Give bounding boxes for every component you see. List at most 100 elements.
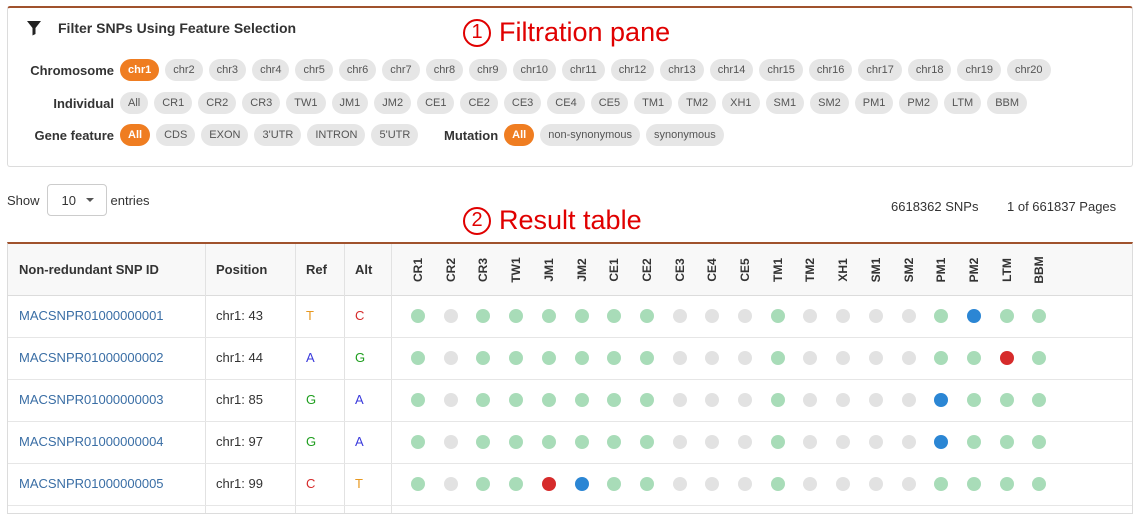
table-header: Non-redundant SNP ID Position Ref Alt CR… — [8, 244, 1132, 296]
genotype-dot — [868, 477, 883, 491]
entries-select[interactable]: 10 — [46, 184, 107, 216]
header-individual: LTM — [1000, 252, 1014, 288]
position-cell: chr1: 85 — [216, 392, 263, 407]
filter-title: Filter SNPs Using Feature Selection — [26, 20, 296, 36]
genotype-dot — [672, 435, 687, 449]
genotype-dot — [705, 309, 720, 323]
header-alt[interactable]: Alt — [355, 244, 372, 295]
chromosome-chip[interactable]: chr15 — [759, 59, 803, 81]
genotype-dot — [672, 351, 687, 365]
individual-chip[interactable]: XH1 — [722, 92, 760, 114]
chromosome-chips: chr1 chr2 chr3 chr4 chr5 chr6 chr7 chr8 chr9 chr1… — [120, 59, 1057, 81]
snp-id-link[interactable]: MACSNPR01000000003 — [19, 379, 164, 421]
individual-chip[interactable]: CE5 — [590, 92, 629, 114]
individual-chip[interactable]: PM2 — [899, 92, 939, 114]
gene-feature-chip[interactable]: CDS — [156, 124, 196, 146]
chromosome-chip[interactable]: chr13 — [660, 59, 704, 81]
snp-id-link[interactable]: MACSNPR01000000002 — [19, 337, 164, 379]
chromosome-chip[interactable]: chr8 — [425, 59, 464, 81]
genotype-dot — [803, 351, 818, 365]
individual-chip[interactable]: JM1 — [331, 92, 369, 114]
individual-chip[interactable]: JM2 — [374, 92, 412, 114]
genotype-dot — [1032, 309, 1047, 323]
gene-feature-chip[interactable]: 3'UTR — [254, 124, 302, 146]
header-individual-label: BBM — [1032, 256, 1047, 284]
annotation-number-1: 1 — [463, 18, 491, 47]
chromosome-chip[interactable]: chr3 — [208, 59, 247, 81]
chromosome-chip[interactable]: chr2 — [165, 59, 203, 81]
header-position[interactable]: Position — [216, 244, 267, 295]
chromosome-chip[interactable]: chr12 — [610, 59, 655, 81]
genotype-dot — [443, 435, 458, 449]
alt-base: C — [355, 308, 365, 323]
chromosome-chip[interactable]: chr18 — [907, 59, 952, 81]
chromosome-row: Chromosome chr1 chr2 chr3 chr4 chr5 chr6 chr7 c… — [22, 59, 1057, 81]
individual-chip[interactable]: TM1 — [634, 92, 673, 114]
chromosome-chip[interactable]: chr19 — [957, 59, 1001, 81]
ref-base: A — [306, 350, 315, 365]
genotype-dot — [574, 477, 589, 491]
chromosome-chip[interactable]: chr9 — [469, 59, 507, 81]
chromosome-chip[interactable]: chr14 — [709, 59, 754, 81]
header-ref[interactable]: Ref — [306, 244, 327, 295]
snp-id-link[interactable]: MACSNPR01000000004 — [19, 421, 164, 463]
header-individual: TM1 — [771, 252, 785, 288]
gene-feature-chip[interactable]: All — [120, 124, 151, 146]
chromosome-chip[interactable]: chr5 — [295, 59, 333, 81]
genotype-dot — [966, 393, 981, 407]
chromosome-chip[interactable]: chr10 — [512, 59, 557, 81]
individual-chip[interactable]: TM2 — [678, 92, 717, 114]
individual-chip[interactable]: All — [120, 92, 149, 114]
snp-id-link[interactable]: MACSNPR01000000001 — [19, 295, 164, 337]
header-individual-label: TW1 — [509, 257, 524, 283]
individual-chip[interactable]: TW1 — [286, 92, 326, 114]
genotype-dot — [411, 393, 425, 407]
individual-chip[interactable]: CE4 — [547, 92, 585, 114]
individual-row: Individual All CR1 CR2 CR3 TW1 JM1 JM2 CE1 CE2 CE… — [22, 92, 1033, 114]
filter-funnel-icon — [27, 21, 41, 36]
chromosome-chip[interactable]: chr4 — [252, 59, 290, 81]
individual-chip[interactable]: CR1 — [154, 92, 193, 114]
chromosome-chip[interactable]: chr20 — [1006, 59, 1051, 81]
individual-chip[interactable]: CR3 — [242, 92, 281, 114]
header-individual: XH1 — [836, 252, 850, 288]
snp-id-link[interactable]: MACSNPR01000000005 — [19, 463, 164, 505]
chromosome-chip[interactable]: chr17 — [858, 59, 902, 81]
chromosome-chip[interactable]: chr1 — [120, 59, 160, 81]
chromosome-chip[interactable]: chr6 — [338, 59, 377, 81]
position-cell: chr1: 99 — [216, 476, 263, 491]
individual-chip[interactable]: CR2 — [198, 92, 237, 114]
gene-feature-chip[interactable]: INTRON — [307, 124, 366, 146]
genotype-dot — [901, 393, 916, 407]
gene-feature-row: Gene feature All CDS EXON 3'UTR INTRON 5'UTR — [22, 124, 424, 146]
individual-chip[interactable]: CE3 — [503, 92, 542, 114]
gene-feature-chip[interactable]: 5'UTR — [371, 124, 419, 146]
individual-chip[interactable]: BBM — [987, 92, 1028, 114]
individual-chip[interactable]: SM1 — [765, 92, 805, 114]
mutation-chip[interactable]: synonymous — [646, 124, 724, 146]
chromosome-chip[interactable]: chr16 — [808, 59, 853, 81]
header-individual: SM1 — [869, 252, 883, 288]
snp-count: 6618362 SNPs — [891, 199, 979, 214]
header-individual-label: CE4 — [705, 258, 720, 282]
individual-chip[interactable]: SM2 — [810, 92, 849, 114]
chromosome-chip[interactable]: chr7 — [382, 59, 420, 81]
genotype-dot — [639, 351, 654, 365]
individual-chip[interactable]: CE2 — [460, 92, 498, 114]
mutation-chip[interactable]: All — [504, 124, 535, 146]
header-individual: CR3 — [476, 252, 490, 288]
genotype-dot — [705, 477, 720, 491]
table-row: MACSNPR01000000003 chr1: 85 G A — [8, 379, 1132, 422]
gene-feature-chip[interactable]: EXON — [201, 124, 249, 146]
chromosome-chip[interactable]: chr11 — [562, 59, 605, 81]
genotype-dot — [509, 309, 524, 323]
individual-chip[interactable]: CE1 — [417, 92, 455, 114]
genotype-dot — [836, 309, 851, 323]
individual-chip[interactable]: LTM — [944, 92, 982, 114]
header-snp-id[interactable]: Non-redundant SNP ID — [19, 244, 159, 295]
annotation-number-2: 2 — [463, 206, 491, 235]
header-individual-label: JM2 — [574, 258, 589, 282]
mutation-chip[interactable]: non-synonymous — [540, 124, 640, 146]
individual-chip[interactable]: PM1 — [854, 92, 894, 114]
genotype-dot — [541, 477, 556, 491]
